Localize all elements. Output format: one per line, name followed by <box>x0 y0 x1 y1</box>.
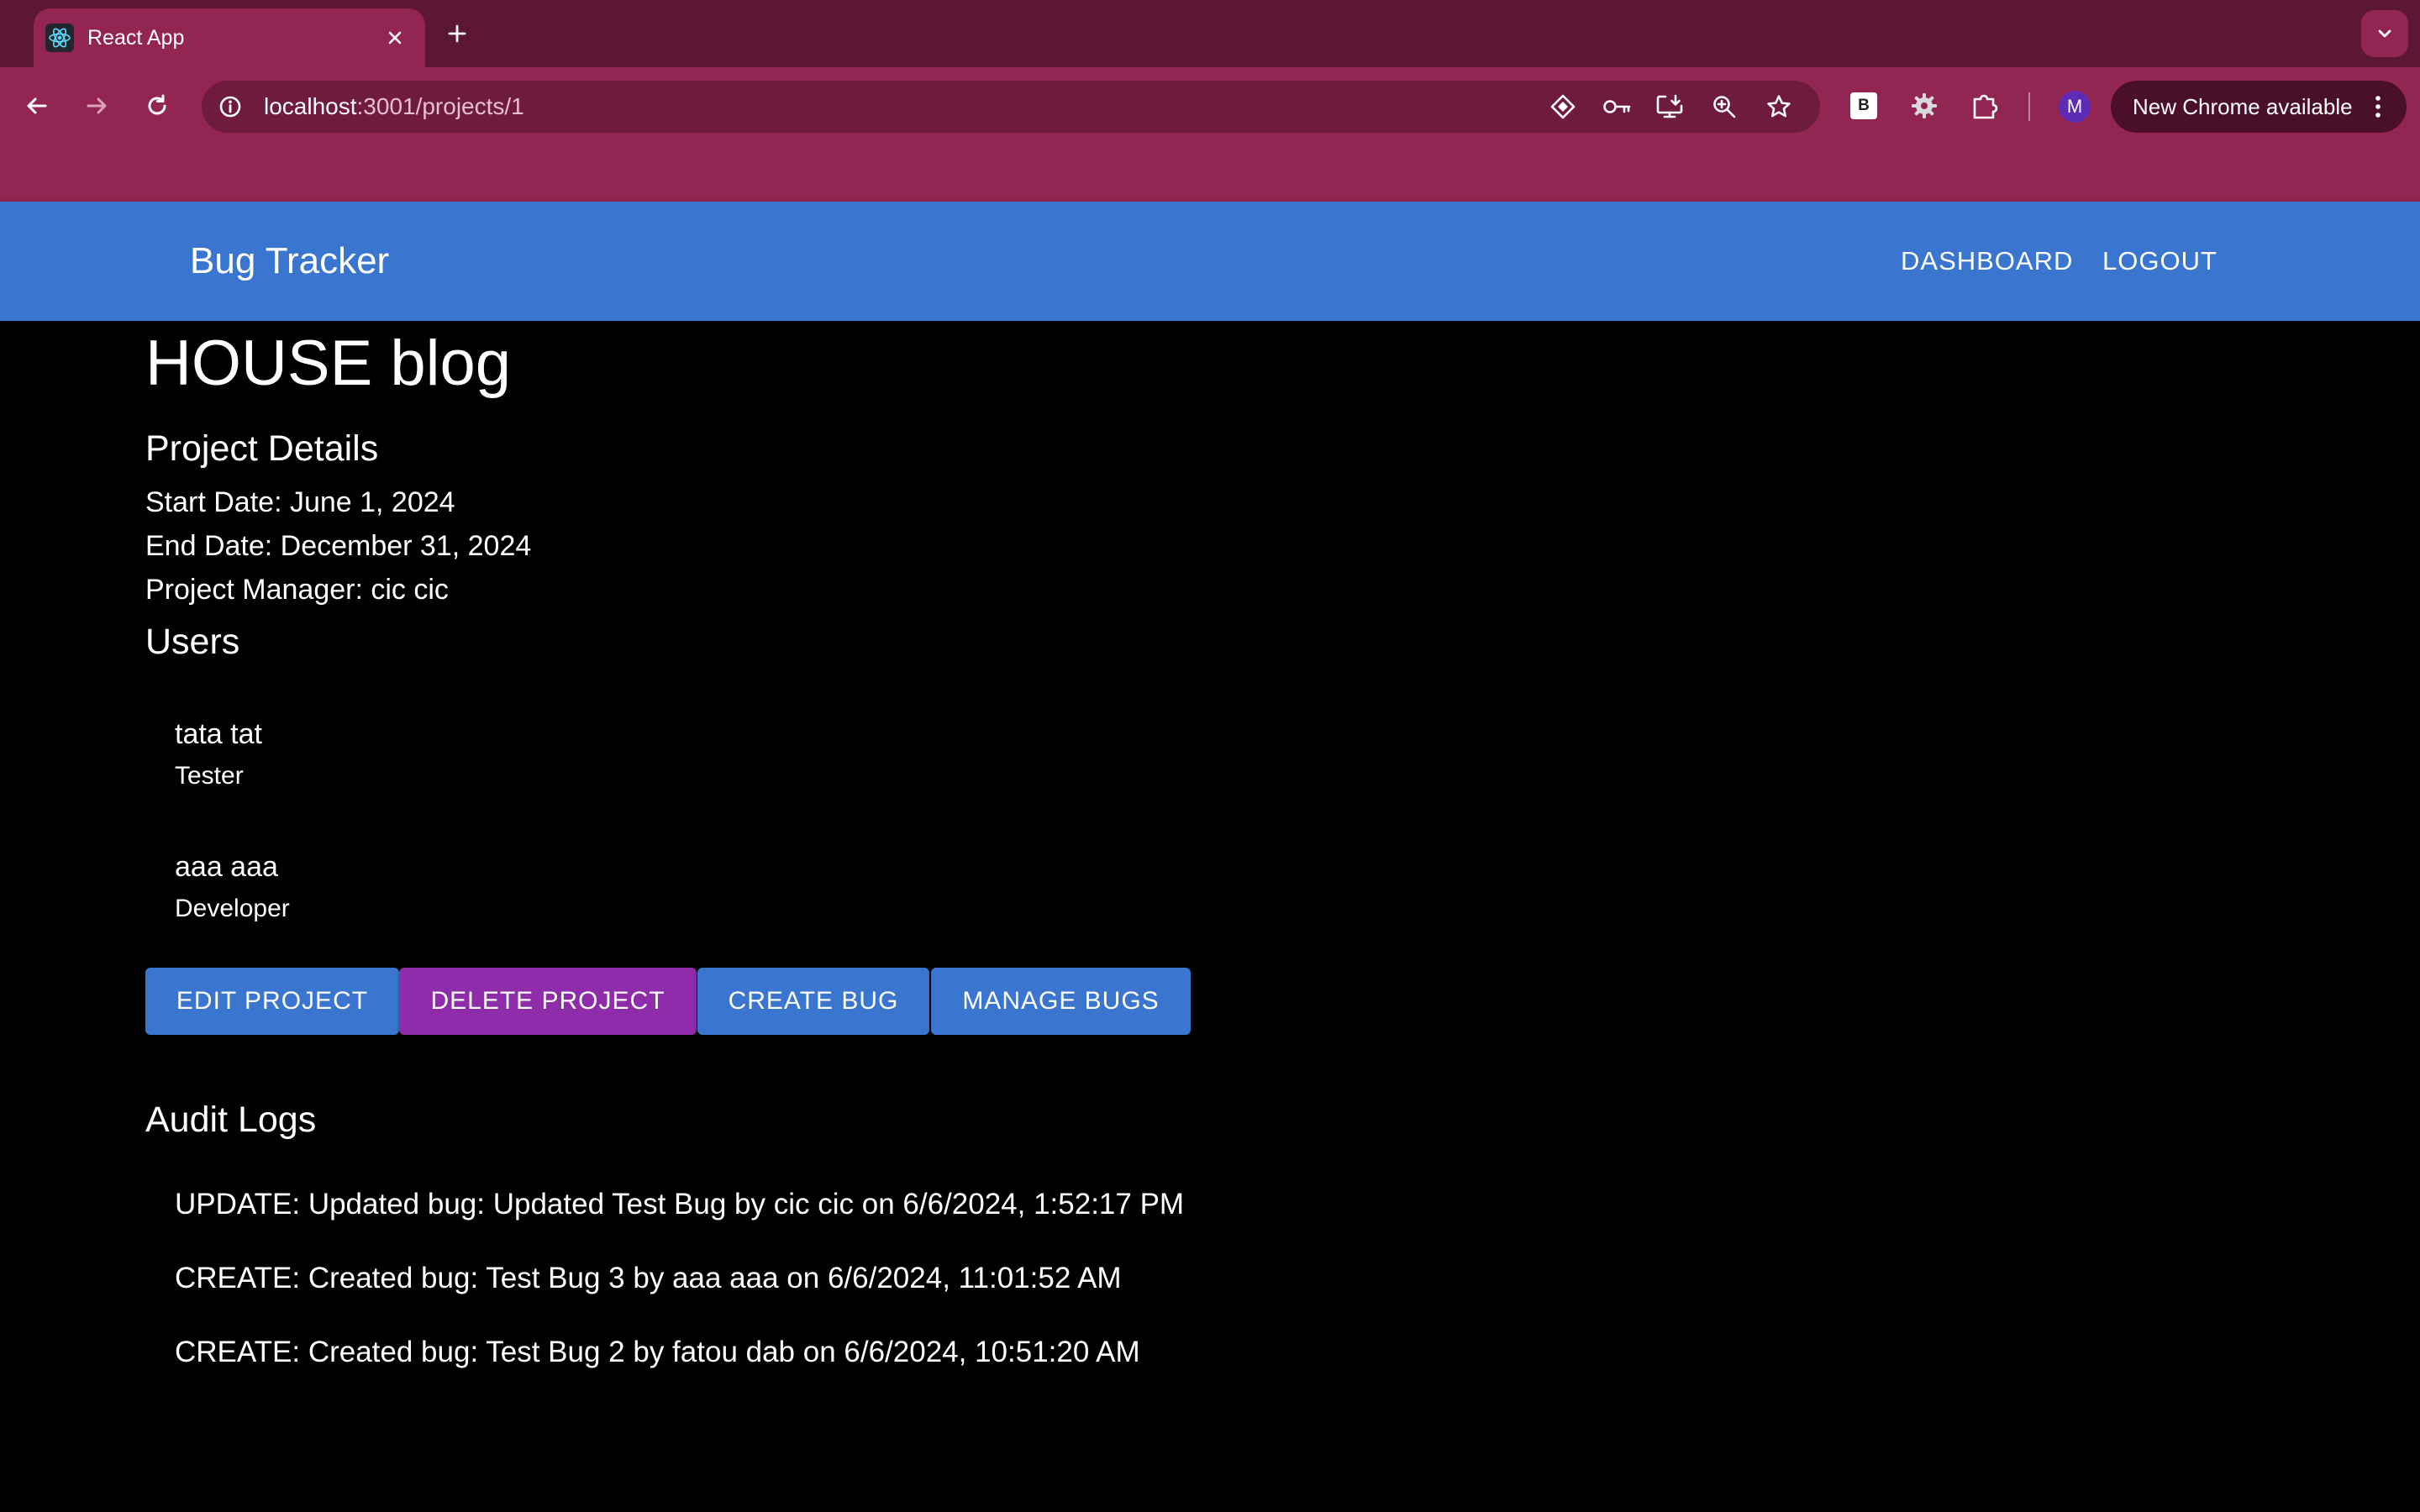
url-text: localhost:3001/projects/1 <box>264 81 524 133</box>
bookmark-star-icon[interactable] <box>1762 90 1796 123</box>
new-tab-plus-icon[interactable] <box>439 15 476 52</box>
audit-log-entry: CREATE: Created bug: Test Bug 2 by fatou… <box>175 1336 1140 1368</box>
extension-gear-icon[interactable] <box>1904 86 1944 126</box>
delete-project-button[interactable]: DELETE PROJECT <box>399 968 697 1035</box>
reload-icon[interactable] <box>137 86 177 126</box>
user-name: tata tat <box>175 718 262 750</box>
lens-diamond-icon[interactable] <box>1546 90 1580 123</box>
extension-b-badge: B <box>1850 92 1877 119</box>
zoom-icon[interactable] <box>1707 90 1741 123</box>
project-manager: Project Manager: cic cic <box>145 574 449 606</box>
browser-tab-strip: React App <box>0 0 2420 67</box>
toolbar-divider <box>2028 92 2030 121</box>
tab-search-chevron-icon[interactable] <box>2361 10 2408 57</box>
project-title: HOUSE blog <box>145 328 512 399</box>
nav-dashboard-link[interactable]: DASHBOARD <box>1901 202 2073 321</box>
react-logo-icon <box>45 24 74 52</box>
browser-tab[interactable]: React App <box>34 8 425 67</box>
browser-toolbar: localhost:3001/projects/1 B M New Chrome… <box>0 67 2420 202</box>
update-label: New Chrome available <box>2133 94 2353 119</box>
project-details-heading: Project Details <box>145 428 379 469</box>
audit-log-entry: CREATE: Created bug: Test Bug 3 by aaa a… <box>175 1262 1122 1294</box>
edit-project-button[interactable]: EDIT PROJECT <box>145 968 399 1035</box>
profile-avatar[interactable]: M <box>2059 91 2091 123</box>
user-role: Tester <box>175 762 244 790</box>
start-date: Start Date: June 1, 2024 <box>145 486 455 518</box>
user-role: Developer <box>175 895 290 922</box>
end-date: End Date: December 31, 2024 <box>145 530 532 562</box>
audit-log-entry: UPDATE: Updated bug: Updated Test Bug by… <box>175 1188 1185 1221</box>
more-menu-kebab-icon[interactable] <box>2361 90 2395 123</box>
url-path: :3001/projects/1 <box>356 93 524 119</box>
site-info-icon[interactable] <box>213 90 247 123</box>
extensions-puzzle-icon[interactable] <box>1965 86 2005 126</box>
create-bug-button[interactable]: CREATE BUG <box>697 968 929 1035</box>
users-heading: Users <box>145 622 240 662</box>
forward-arrow-icon[interactable] <box>76 86 117 126</box>
nav-logout-link[interactable]: LOGOUT <box>2102 202 2217 321</box>
new-chrome-available-button[interactable]: New Chrome available <box>2111 81 2407 133</box>
extension-b-icon[interactable]: B <box>1844 86 1884 126</box>
url-host: localhost <box>264 93 357 119</box>
password-key-icon[interactable] <box>1600 90 1634 123</box>
app-bar: Bug Tracker DASHBOARD LOGOUT <box>0 202 2420 321</box>
address-bar[interactable]: localhost:3001/projects/1 <box>202 81 1820 133</box>
tab-close-icon[interactable] <box>378 21 412 55</box>
app-brand[interactable]: Bug Tracker <box>190 202 389 321</box>
audit-logs-heading: Audit Logs <box>145 1100 317 1140</box>
tab-title: React App <box>87 26 185 50</box>
back-arrow-icon[interactable] <box>17 86 57 126</box>
install-app-icon[interactable] <box>1653 90 1686 123</box>
manage-bugs-button[interactable]: MANAGE BUGS <box>931 968 1191 1035</box>
user-name: aaa aaa <box>175 851 278 883</box>
